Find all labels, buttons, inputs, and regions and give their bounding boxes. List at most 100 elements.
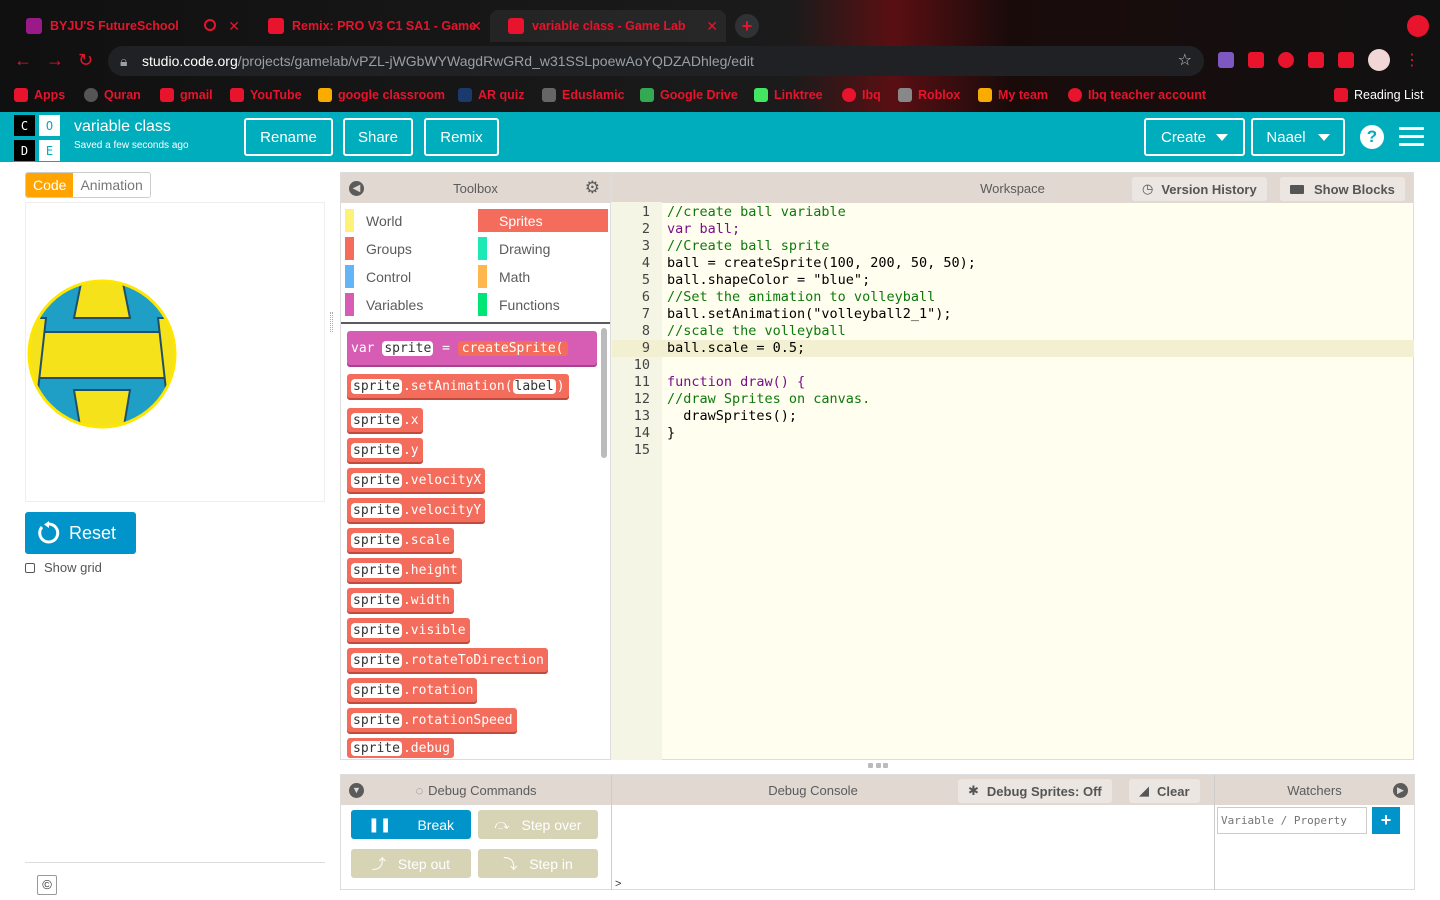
category-drawing[interactable]: Drawing xyxy=(478,237,608,260)
copyright-button[interactable]: © xyxy=(37,875,57,895)
debug-console-output[interactable]: > xyxy=(611,805,1214,890)
block-visible[interactable]: sprite .visible xyxy=(347,618,470,642)
watch-input[interactable] xyxy=(1217,807,1367,834)
code-line[interactable]: 6 //Set the animation to volleyball xyxy=(612,289,1414,306)
debug-sprites-button[interactable]: ✱ Debug Sprites: Off xyxy=(958,779,1112,803)
block-rotationspeed[interactable]: sprite .rotationSpeed xyxy=(347,708,517,732)
code-line[interactable]: 8 //scale the volleyball xyxy=(612,323,1414,340)
code-line[interactable]: 10 xyxy=(612,357,1414,374)
animation-tab[interactable]: Animation xyxy=(73,173,150,197)
profile-avatar[interactable] xyxy=(1368,49,1390,71)
block-width[interactable]: sprite .width xyxy=(347,588,454,612)
code-line[interactable]: 14} xyxy=(612,425,1414,442)
code-tab[interactable]: Code xyxy=(26,173,74,197)
tab-remix[interactable]: Remix: PRO V3 C1 SA1 - Game ✕ xyxy=(250,10,490,42)
code-line[interactable]: 4 ball = createSprite(100, 200, 50, 50); xyxy=(612,255,1414,272)
toolbox-scrollbar[interactable] xyxy=(601,328,607,458)
block-x[interactable]: sprite .x xyxy=(347,408,423,432)
collapse-debug-icon[interactable]: ▼ xyxy=(349,783,364,798)
reset-button[interactable]: Reset xyxy=(25,512,136,554)
bookmark-quran[interactable]: Quran xyxy=(84,86,141,104)
extension-icon[interactable] xyxy=(1278,52,1294,68)
block-debug[interactable]: sprite .debug xyxy=(347,738,454,758)
step-over-button[interactable]: ⤼ Step over xyxy=(478,810,598,839)
hamburger-menu-icon[interactable] xyxy=(1399,127,1424,147)
extension-icon[interactable] xyxy=(1248,52,1264,68)
code-line[interactable]: 15 xyxy=(612,442,1414,459)
block-velocityy[interactable]: sprite .velocityY xyxy=(347,498,486,522)
category-variables[interactable]: Variables xyxy=(345,293,475,316)
version-history-button[interactable]: ◷ Version History xyxy=(1132,177,1267,201)
category-sprites[interactable]: Sprites xyxy=(478,209,608,232)
code-line[interactable]: 12 //draw Sprites on canvas. xyxy=(612,391,1414,408)
tab-variable-class[interactable]: variable class - Game Lab ✕ xyxy=(490,10,726,42)
chrome-menu-dropdown-icon[interactable] xyxy=(1407,15,1429,37)
code-line[interactable]: 3 //Create ball sprite xyxy=(612,238,1414,255)
bookmark-star-icon[interactable]: ☆ xyxy=(1178,46,1192,76)
back-icon[interactable]: ← xyxy=(14,50,32,71)
collapse-watchers-icon[interactable]: ▶ xyxy=(1393,783,1408,798)
workspace-resize-handle[interactable] xyxy=(868,763,888,768)
extension-icon[interactable] xyxy=(1218,52,1234,68)
extension-icon[interactable] xyxy=(1308,52,1324,68)
code-org-logo[interactable]: C O D E xyxy=(14,115,60,161)
category-control[interactable]: Control xyxy=(345,265,475,288)
block-velocityx[interactable]: sprite .velocityX xyxy=(347,468,486,492)
code-line[interactable]: 2 var ball; xyxy=(612,221,1414,238)
bookmark-youtube[interactable]: YouTube xyxy=(230,86,302,104)
category-functions[interactable]: Functions xyxy=(478,293,608,316)
block-setanimation[interactable]: sprite .setAnimation(label) xyxy=(347,374,569,398)
collapse-toolbox-icon[interactable]: ◀ xyxy=(349,181,364,196)
step-out-button[interactable]: ⤴ Step out xyxy=(351,849,471,878)
bookmark-eduslamic[interactable]: Eduslamic xyxy=(542,86,625,104)
game-canvas[interactable] xyxy=(25,202,325,502)
block-rotation[interactable]: sprite .rotation xyxy=(347,678,478,702)
bookmark-linktree[interactable]: Linktree xyxy=(754,86,823,104)
new-tab-button[interactable]: + xyxy=(735,14,759,38)
address-bar[interactable]: 🔒︎ studio.code.org/projects/gamelab/vPZL… xyxy=(108,46,1204,76)
rename-button[interactable]: Rename xyxy=(244,118,333,156)
bookmark-google-drive[interactable]: Google Drive xyxy=(640,86,738,104)
share-button[interactable]: Share xyxy=(343,118,413,156)
block-height[interactable]: sprite .height xyxy=(347,558,462,582)
close-tab-icon[interactable]: ✕ xyxy=(706,18,718,35)
show-grid-checkbox[interactable]: Show grid xyxy=(25,560,102,575)
bookmark-apps[interactable]: Apps xyxy=(14,86,65,104)
bookmark-ibq-teacher[interactable]: Ibq teacher account xyxy=(1068,86,1206,104)
bookmark-google-classroom[interactable]: google classroom xyxy=(318,86,445,104)
forward-icon[interactable]: → xyxy=(46,50,64,71)
break-button[interactable]: ❚❚ Break xyxy=(351,810,471,839)
clear-button[interactable]: ◢ Clear xyxy=(1129,779,1200,803)
extension-icon[interactable] xyxy=(1338,52,1354,68)
step-in-button[interactable]: ⤵ Step in xyxy=(478,849,598,878)
add-watch-button[interactable]: + xyxy=(1372,807,1400,834)
panel-resize-handle[interactable] xyxy=(330,312,333,332)
bookmark-ar-quiz[interactable]: AR quiz xyxy=(458,86,525,104)
code-line[interactable]: 1 //create ball variable xyxy=(612,204,1414,221)
bookmark-my-team[interactable]: My team xyxy=(978,86,1048,104)
code-line[interactable]: 13 drawSprites(); xyxy=(612,408,1414,425)
create-dropdown[interactable]: Create xyxy=(1144,118,1245,156)
close-tab-icon[interactable]: ✕ xyxy=(228,18,240,35)
code-line[interactable]: 5 ball.shapeColor = "blue"; xyxy=(612,272,1414,289)
category-world[interactable]: World xyxy=(345,209,475,232)
more-menu-icon[interactable]: ⋮ xyxy=(1404,50,1420,71)
reading-list[interactable]: Reading List xyxy=(1334,86,1424,104)
user-dropdown[interactable]: Naael xyxy=(1251,118,1345,156)
category-math[interactable]: Math xyxy=(478,265,608,288)
help-icon[interactable]: ? xyxy=(1360,125,1384,149)
code-line[interactable]: 11 function draw() { xyxy=(612,374,1414,391)
block-rotatetodirection[interactable]: sprite .rotateToDirection xyxy=(347,648,548,672)
bookmark-ibq[interactable]: Ibq xyxy=(842,86,881,104)
code-line[interactable]: 7 ball.setAnimation("volleyball2_1"); xyxy=(612,306,1414,323)
block-scale[interactable]: sprite .scale xyxy=(347,528,454,552)
close-tab-icon[interactable]: ✕ xyxy=(470,18,482,35)
block-y[interactable]: sprite .y xyxy=(347,438,423,462)
code-line[interactable]: 9 ball.scale = 0.5; xyxy=(612,340,1414,357)
show-blocks-button[interactable]: Show Blocks xyxy=(1280,177,1405,201)
gear-icon[interactable]: ⚙ xyxy=(585,178,600,198)
remix-button[interactable]: Remix xyxy=(424,118,499,156)
tab-byjus[interactable]: BYJU'S FutureSchool ✕ xyxy=(8,10,248,42)
reload-icon[interactable]: ↻ xyxy=(78,50,93,71)
block-var-createsprite[interactable]: var sprite = createSprite( xyxy=(347,331,597,365)
